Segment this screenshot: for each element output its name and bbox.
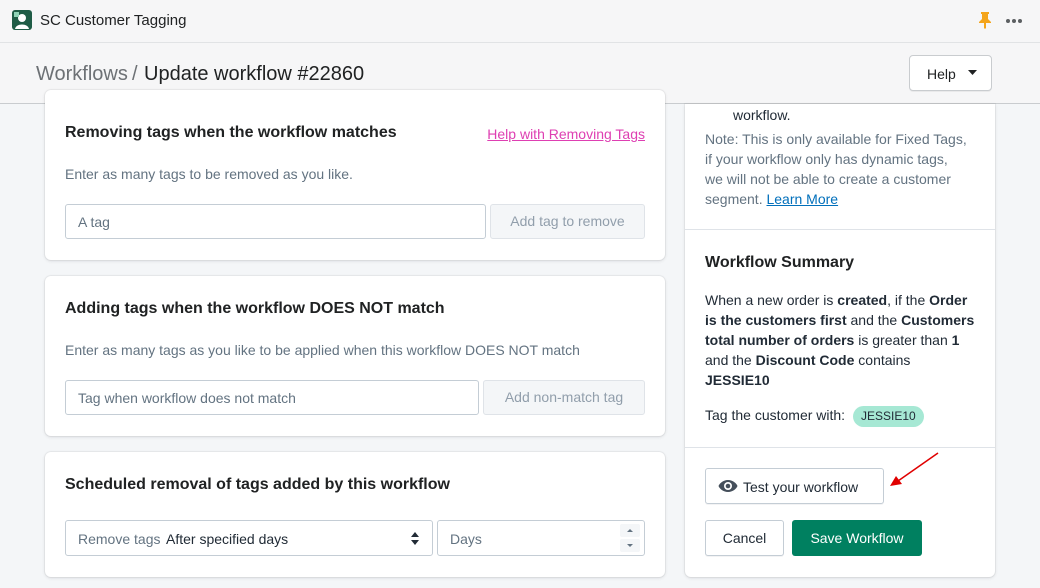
pin-icon[interactable] [978, 11, 992, 29]
remove-tag-input[interactable] [65, 204, 486, 239]
app-title: SC Customer Tagging [40, 12, 187, 29]
segment-note-line: if your workflow only has dynamic tags, [705, 151, 948, 167]
scheduled-removal-card: Scheduled removal of tags added by this … [45, 452, 665, 577]
segment-note-line: we will not be able to create a customer [705, 171, 951, 187]
add-tag-to-remove-button[interactable]: Add tag to remove [490, 204, 645, 239]
scheduled-removal-title: Scheduled removal of tags added by this … [65, 476, 450, 493]
breadcrumb-separator: / [132, 63, 138, 85]
learn-more-link[interactable]: Learn More [766, 191, 838, 207]
select-value: After specified days [166, 531, 289, 547]
days-increment-button[interactable] [620, 524, 640, 537]
removing-tags-description: Enter as many tags to be removed as you … [65, 166, 353, 182]
select-prefix-label: Remove tags [78, 531, 161, 547]
test-workflow-label: Test your workflow [743, 479, 859, 495]
segment-note-line: segment. Learn More [705, 189, 838, 209]
tag-customer-label: Tag the customer with: [705, 407, 846, 423]
summary-text-part: is greater than [854, 332, 952, 348]
annotation-arrow-icon [890, 452, 939, 486]
summary-text-part: contains [854, 352, 911, 368]
cancel-button[interactable]: Cancel [705, 520, 784, 556]
non-match-tags-card: Adding tags when the workflow DOES NOT m… [45, 276, 665, 436]
breadcrumb-workflows-link[interactable]: Workflows [36, 63, 128, 86]
sidebar-cutoff-text: workflow. [733, 107, 791, 123]
section-divider [685, 229, 995, 230]
removing-tags-title: Removing tags when the workflow matches [65, 124, 397, 141]
summary-text-bold: 1 [951, 332, 960, 348]
summary-text-bold: created [837, 292, 888, 308]
non-match-tags-title: Adding tags when the workflow DOES NOT m… [65, 300, 445, 317]
summary-text-part: and the [705, 352, 756, 368]
segment-note-last: segment. [705, 191, 763, 207]
help-button[interactable]: Help [909, 55, 992, 91]
save-workflow-button[interactable]: Save Workflow [792, 520, 922, 556]
non-match-tags-description: Enter as many tags as you like to be app… [65, 342, 580, 358]
days-decrement-button[interactable] [620, 539, 640, 552]
sidebar-card: workflow. Note: This is only available f… [685, 104, 995, 577]
caret-down-icon [968, 70, 977, 75]
workflow-summary-title: Workflow Summary [705, 254, 855, 271]
days-placeholder: Days [450, 531, 482, 547]
help-removing-tags-link[interactable]: Help with Removing Tags [487, 126, 645, 142]
workflow-summary-text: When a new order is created, if the Orde… [705, 290, 977, 390]
app-bar: SC Customer Tagging [0, 0, 1040, 43]
page-title: Update workflow #22860 [144, 63, 365, 85]
summary-text-part: and the [846, 312, 902, 328]
app-logo-icon [12, 10, 32, 30]
help-button-label: Help [927, 66, 956, 82]
eye-icon [718, 480, 738, 492]
triangle-down-icon [627, 544, 633, 547]
summary-text-bold: Discount Code [755, 352, 855, 368]
days-input[interactable]: Days [437, 520, 645, 556]
summary-text-part: , if the [887, 292, 930, 308]
summary-text-bold: JESSIE10 [705, 372, 770, 388]
removing-tags-card: Removing tags when the workflow matches … [45, 90, 665, 260]
more-icon[interactable] [1005, 18, 1023, 24]
select-arrows-icon [411, 532, 419, 545]
add-non-match-tag-button[interactable]: Add non-match tag [483, 380, 645, 415]
triangle-up-icon [627, 529, 633, 532]
non-match-tag-input[interactable] [65, 380, 479, 415]
summary-text-part: When a new order is [705, 292, 838, 308]
segment-note-line: Note: This is only available for Fixed T… [705, 131, 967, 147]
section-divider [685, 447, 995, 448]
tag-badge: JESSIE10 [853, 406, 924, 427]
test-workflow-button[interactable]: Test your workflow [705, 468, 884, 504]
remove-tags-select[interactable]: Remove tags After specified days [65, 520, 433, 556]
